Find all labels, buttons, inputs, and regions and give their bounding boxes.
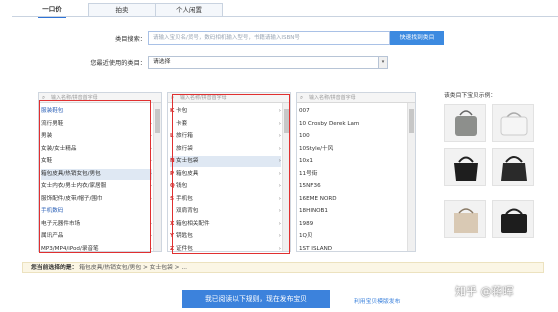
level3-item[interactable]: 1989 xyxy=(299,219,406,230)
search-icon: ⌕ xyxy=(300,95,304,101)
level3-item-label: 16EME NORD xyxy=(299,195,337,202)
level3-item[interactable]: 007 xyxy=(299,106,406,117)
watermark: 知乎 @蒋晖 xyxy=(455,285,514,298)
publish-with-template-link[interactable]: 利用宝贝模版发布 xyxy=(354,296,400,305)
level3-scrollbar[interactable] xyxy=(407,103,415,251)
scrollbar-thumb[interactable] xyxy=(155,109,160,133)
level3-item-label: 007 xyxy=(299,108,310,114)
level3-item-label: 10 Crosby Derek Lam xyxy=(299,120,360,127)
example-image-black-handbag xyxy=(444,148,486,186)
category-panel-level3: ⌕ 输入名称/拼音首字母 007 10 Crosby Derek Lam 100 10… xyxy=(296,92,416,252)
tab-divider xyxy=(12,16,558,17)
level3-item[interactable]: 1ST ISLAND xyxy=(299,244,406,255)
category-search-label: 类目搜索： xyxy=(115,36,146,43)
current-selection-label: 您当前选择的是： xyxy=(31,265,78,271)
publish-button[interactable]: 我已阅读以下规则，现在发布宝贝 xyxy=(182,290,330,308)
level3-item[interactable]: 10Style/十风 xyxy=(299,144,406,155)
level3-item-label: 15NF36 xyxy=(299,183,321,189)
level3-item-label: 100 xyxy=(299,133,310,139)
level3-item-label: 11号街 xyxy=(299,170,318,177)
examples-title: 该类目下宝贝示例： xyxy=(444,93,497,99)
level3-item-label: 1989 xyxy=(299,220,314,227)
tab-auction[interactable]: 拍卖 xyxy=(88,3,156,17)
quick-find-category-button[interactable]: 快速找到类目 xyxy=(390,31,444,45)
level3-item[interactable]: 18HINOB1 xyxy=(299,206,406,217)
level3-item-label: 18HINOB1 xyxy=(299,208,328,214)
tab-second-hand[interactable]: 个人闲置 xyxy=(155,3,223,17)
level3-item[interactable]: 11号街 xyxy=(299,169,406,180)
level3-item[interactable]: 16EME NORD xyxy=(299,194,406,205)
highlight-box-level1 xyxy=(39,100,151,253)
current-selection-bar: 您当前选择的是： 箱包皮具/热销女包/男包 > 女士包袋 > ... xyxy=(22,262,544,273)
level3-item[interactable]: 100 xyxy=(299,131,406,142)
example-image-tote xyxy=(444,200,486,238)
level3-search-input[interactable]: ⌕ 输入名称/拼音首字母 xyxy=(297,93,415,103)
level3-item[interactable]: 15NF36 xyxy=(299,181,406,192)
level3-item-label: 1ST ISLAND xyxy=(299,245,333,252)
recent-category-label: 您最近使用的类目： xyxy=(90,60,146,67)
level3-item[interactable]: 10 Crosby Derek Lam xyxy=(299,119,406,130)
recent-category-value: 请选择 xyxy=(153,59,171,65)
example-image-white-bag xyxy=(492,104,534,142)
scrollbar-thumb[interactable] xyxy=(409,109,414,133)
example-image-grey-bag xyxy=(444,104,486,142)
highlight-box-level2 xyxy=(172,94,290,254)
level3-search-placeholder: 输入名称/拼音首字母 xyxy=(309,95,356,101)
level3-item-label: 10x1 xyxy=(299,158,313,164)
level3-item[interactable]: 10x1 xyxy=(299,156,406,167)
level3-item-label: 1Q贝 xyxy=(299,233,313,239)
example-image-black-bag xyxy=(492,148,534,186)
chevron-down-icon[interactable]: ▾ xyxy=(378,57,387,68)
current-selection-path: 箱包皮具/热销女包/男包 > 女士包袋 > ... xyxy=(79,265,187,271)
level3-item[interactable]: 1Q贝 xyxy=(299,231,406,242)
level1-scrollbar[interactable] xyxy=(153,103,161,251)
category-search-input[interactable]: 请输入宝贝名/货号，数码相机输入型号，书籍请输入ISBN号 xyxy=(148,31,390,45)
level3-item-label: 10Style/十风 xyxy=(299,145,334,152)
example-image-black-satchel xyxy=(492,200,534,238)
recent-category-select[interactable]: 请选择 ▾ xyxy=(148,56,388,69)
